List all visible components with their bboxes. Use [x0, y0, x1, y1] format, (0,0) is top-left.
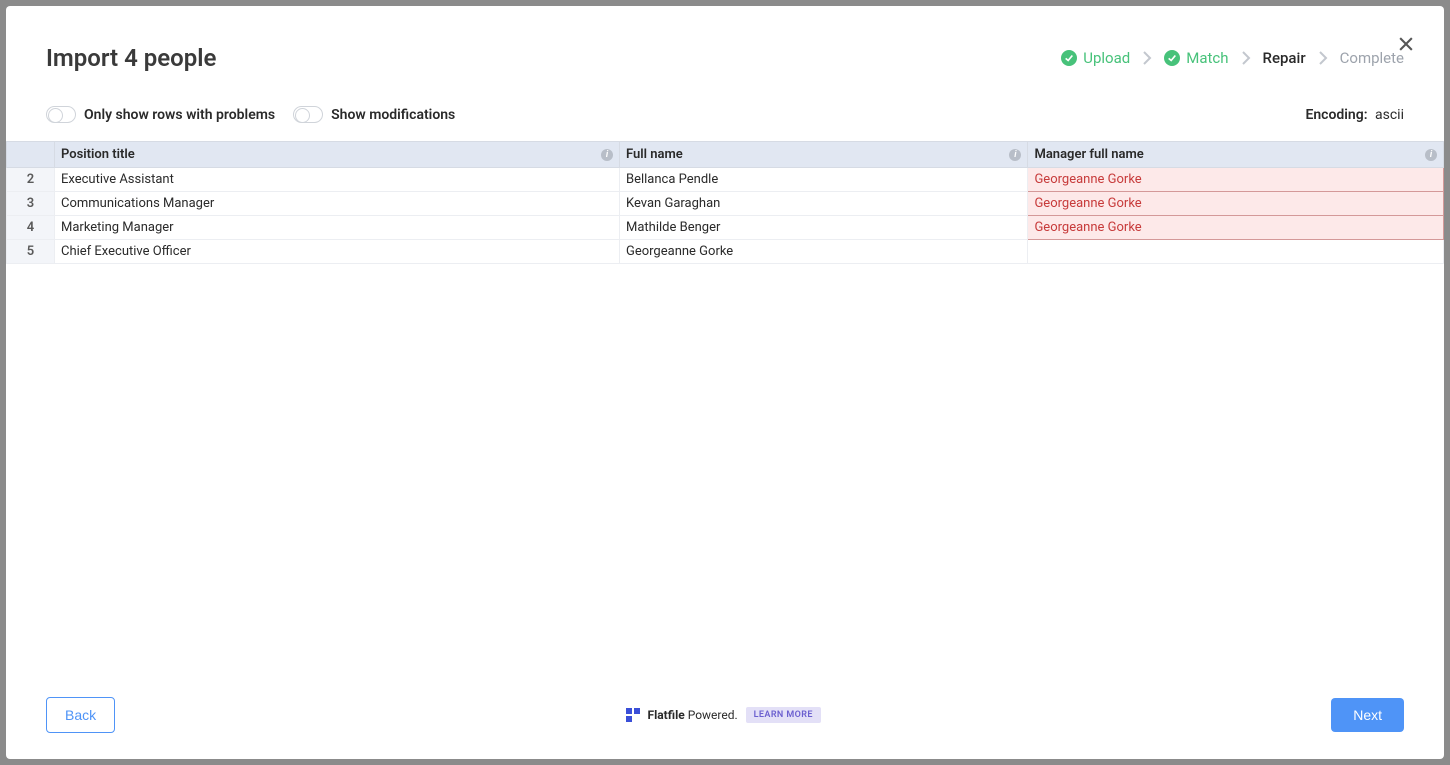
header-label: Position title: [61, 147, 135, 162]
page-title: Import 4 people: [46, 44, 216, 72]
position-cell[interactable]: Chief Executive Officer: [55, 240, 620, 264]
close-icon[interactable]: [1396, 34, 1416, 54]
row-number-cell: 5: [7, 240, 55, 264]
check-icon: [1061, 50, 1077, 66]
toggle-show-modifications-switch[interactable]: [293, 106, 323, 123]
manager-cell[interactable]: Georgeanne Gorke: [1028, 216, 1444, 240]
header: Import 4 people Upload Match Rep: [6, 6, 1444, 82]
footer: Back Flatfile Powered. LEARN MORE Next: [6, 679, 1444, 759]
progress-step-repair: Repair: [1263, 49, 1306, 67]
col-position-title[interactable]: Position title i: [55, 142, 620, 168]
full-name-cell[interactable]: Georgeanne Gorke: [619, 240, 1027, 264]
position-cell[interactable]: Executive Assistant: [55, 168, 620, 192]
powered-text: Flatfile Powered.: [648, 708, 738, 722]
progress-label: Complete: [1340, 49, 1404, 67]
encoding-label: Encoding:: [1305, 107, 1367, 123]
learn-more-badge[interactable]: LEARN MORE: [746, 707, 821, 723]
progress-step-complete: Complete: [1340, 49, 1404, 67]
manager-cell[interactable]: [1028, 240, 1444, 264]
toggle-only-problems: Only show rows with problems: [46, 106, 275, 123]
encoding-display: Encoding: ascii: [1305, 107, 1404, 123]
progress-label: Upload: [1083, 49, 1130, 67]
chevron-right-icon: [1142, 51, 1152, 65]
manager-cell[interactable]: Georgeanne Gorke: [1028, 168, 1444, 192]
row-num-header: [7, 142, 55, 168]
full-name-cell[interactable]: Bellanca Pendle: [619, 168, 1027, 192]
import-modal: Import 4 people Upload Match Rep: [6, 6, 1444, 759]
col-full-name[interactable]: Full name i: [619, 142, 1027, 168]
table-row: 3Communications ManagerKevan GaraghanGeo…: [7, 192, 1444, 216]
header-row: Position title i Full name i Manager ful…: [7, 142, 1444, 168]
manager-cell[interactable]: Georgeanne Gorke: [1028, 192, 1444, 216]
table-area: Position title i Full name i Manager ful…: [6, 141, 1444, 679]
row-number-cell: 2: [7, 168, 55, 192]
table-row: 4Marketing ManagerMathilde BengerGeorgea…: [7, 216, 1444, 240]
header-label: Manager full name: [1034, 147, 1143, 162]
encoding-value: ascii: [1375, 107, 1404, 123]
toggles: Only show rows with problems Show modifi…: [46, 106, 455, 123]
row-number-cell: 4: [7, 216, 55, 240]
next-button[interactable]: Next: [1331, 698, 1404, 732]
progress-steps: Upload Match Repair Complete: [1061, 49, 1404, 67]
toggle-only-problems-switch[interactable]: [46, 106, 76, 123]
toggle-label: Show modifications: [331, 107, 455, 123]
row-number-cell: 3: [7, 192, 55, 216]
position-cell[interactable]: Communications Manager: [55, 192, 620, 216]
position-cell[interactable]: Marketing Manager: [55, 216, 620, 240]
chevron-right-icon: [1318, 51, 1328, 65]
back-button[interactable]: Back: [46, 697, 115, 733]
check-icon: [1164, 50, 1180, 66]
info-icon[interactable]: i: [601, 149, 613, 161]
progress-label: Match: [1186, 49, 1228, 67]
toolbar: Only show rows with problems Show modifi…: [6, 82, 1444, 141]
toggle-show-modifications: Show modifications: [293, 106, 455, 123]
table-row: 5Chief Executive OfficerGeorgeanne Gorke: [7, 240, 1444, 264]
full-name-cell[interactable]: Mathilde Benger: [619, 216, 1027, 240]
table-row: 2Executive AssistantBellanca PendleGeorg…: [7, 168, 1444, 192]
data-table: Position title i Full name i Manager ful…: [6, 141, 1444, 264]
progress-label: Repair: [1263, 49, 1306, 67]
flatfile-logo-icon: [626, 708, 640, 722]
col-manager-full-name[interactable]: Manager full name i: [1028, 142, 1444, 168]
progress-step-upload: Upload: [1061, 49, 1130, 67]
full-name-cell[interactable]: Kevan Garaghan: [619, 192, 1027, 216]
info-icon[interactable]: i: [1009, 149, 1021, 161]
info-icon[interactable]: i: [1425, 149, 1437, 161]
powered-by: Flatfile Powered. LEARN MORE: [626, 707, 821, 723]
header-label: Full name: [626, 147, 683, 162]
toggle-label: Only show rows with problems: [84, 107, 275, 123]
progress-step-match: Match: [1164, 49, 1228, 67]
chevron-right-icon: [1241, 51, 1251, 65]
